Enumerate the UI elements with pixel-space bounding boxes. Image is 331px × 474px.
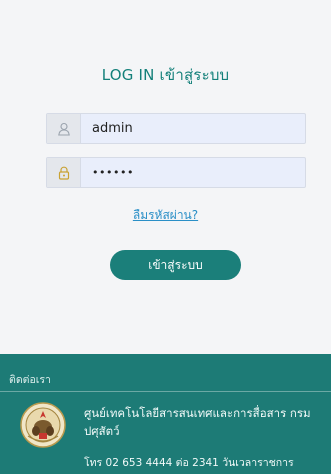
username-input[interactable]: admin bbox=[81, 114, 305, 143]
department-seal-icon bbox=[20, 402, 66, 448]
organization-name: ศูนย์เทคโนโลยีสารสนเทศและการสื่อสาร กรมป… bbox=[84, 406, 311, 438]
lock-icon bbox=[47, 158, 81, 187]
footer: ติดต่อเรา ศูนย์เทคโนโลยีสารสนเทศและการสื… bbox=[0, 354, 331, 474]
username-field[interactable]: admin bbox=[46, 113, 306, 144]
forgot-password-link[interactable]: ลืมรหัสผ่าน? bbox=[0, 206, 331, 225]
login-page: LOG IN เข้าสู่ระบบ admin •••••• ลืมรหัสผ… bbox=[0, 0, 331, 474]
password-input[interactable]: •••••• bbox=[81, 158, 305, 187]
login-button[interactable]: เข้าสู่ระบบ bbox=[110, 250, 241, 280]
user-icon bbox=[47, 114, 81, 143]
footer-divider bbox=[0, 391, 331, 392]
contact-heading: ติดต่อเรา bbox=[9, 374, 51, 386]
page-title: LOG IN เข้าสู่ระบบ bbox=[101, 66, 230, 84]
login-panel: LOG IN เข้าสู่ระบบ admin •••••• ลืมรหัสผ… bbox=[0, 0, 331, 354]
contact-phone: โทร 02 653 4444 ต่อ 2341 วันเวลาราชการ bbox=[84, 457, 294, 469]
password-field[interactable]: •••••• bbox=[46, 157, 306, 188]
